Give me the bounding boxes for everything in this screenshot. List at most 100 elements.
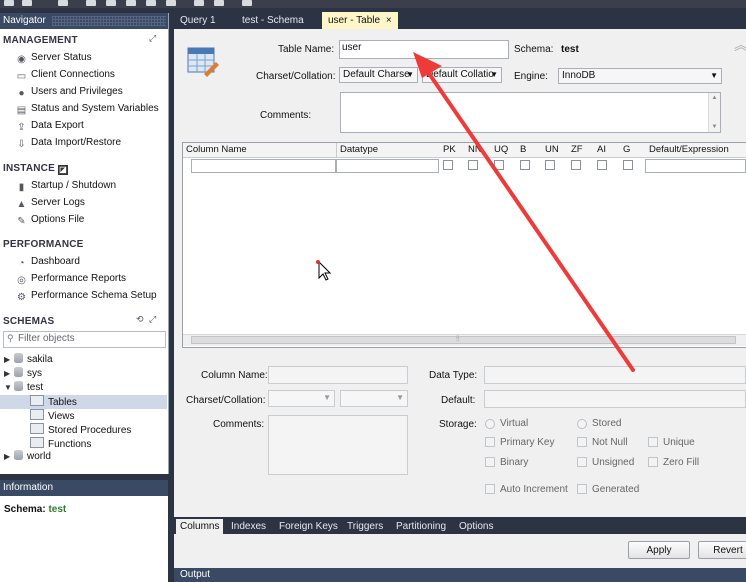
ai-checkbox[interactable]	[597, 160, 607, 170]
col-header-g[interactable]: G	[623, 144, 630, 155]
zf-checkbox[interactable]	[571, 160, 581, 170]
comments-scrollbar[interactable]: ▲ ▼	[708, 93, 720, 132]
auto-increment-checkbox[interactable]	[485, 484, 495, 494]
new-sql-icon[interactable]	[4, 0, 14, 6]
nav-users-privileges[interactable]: ● Users and Privileges	[16, 84, 122, 99]
nav-data-export[interactable]: ⇪ Data Export	[16, 118, 84, 133]
detail-collation-select[interactable]: ▼	[340, 390, 408, 407]
un-checkbox[interactable]	[545, 160, 555, 170]
new-datatype-input[interactable]	[336, 159, 439, 173]
tab-user-table[interactable]: user - Table ×	[322, 12, 398, 29]
detail-comments-textarea[interactable]	[268, 415, 408, 475]
nav-server-logs[interactable]: ▲ Server Logs	[16, 195, 85, 210]
refresh-icon[interactable]: ⟲	[136, 314, 144, 325]
nn-checkbox[interactable]	[468, 160, 478, 170]
stored-radio[interactable]	[577, 419, 587, 429]
col-header-zf[interactable]: ZF	[571, 144, 583, 155]
nav-performance-schema-setup[interactable]: ⚙ Performance Schema Setup	[16, 288, 157, 303]
tab-test-schema[interactable]: test - Schema	[236, 12, 310, 29]
scroll-thumb[interactable]	[191, 336, 736, 344]
expand-arrow-icon[interactable]: ▶	[4, 367, 12, 381]
schema-sys[interactable]: ▶ sys	[4, 367, 42, 381]
expand-arrow-icon[interactable]: ▶	[4, 353, 12, 367]
col-header-name[interactable]: Column Name	[186, 144, 247, 155]
tab-partitioning[interactable]: Partitioning	[396, 519, 446, 534]
nav-server-status[interactable]: ◉ Server Status	[16, 50, 91, 65]
generated-label: Generated	[592, 484, 640, 495]
toggle-panel-icon[interactable]	[242, 0, 252, 6]
virtual-radio[interactable]	[485, 419, 495, 429]
tab-columns[interactable]: Columns	[176, 519, 224, 534]
zero-fill-checkbox[interactable]	[648, 457, 658, 467]
nav-client-connections[interactable]: ▭ Client Connections	[16, 67, 115, 82]
collation-select[interactable]: Default Collatio ▼	[422, 67, 502, 83]
detail-data-type-input[interactable]	[484, 366, 746, 384]
tree-stored-procedures[interactable]: Stored Procedures	[30, 423, 131, 437]
close-tab-icon[interactable]: ×	[386, 15, 392, 26]
schema-test[interactable]: ▼ test	[4, 381, 43, 395]
col-header-default[interactable]: Default/Expression	[649, 144, 729, 155]
detail-default-input[interactable]	[484, 390, 746, 408]
col-header-datatype[interactable]: Datatype	[340, 144, 378, 155]
output-header: Output	[174, 568, 746, 582]
nav-startup-shutdown[interactable]: ▮ Startup / Shutdown	[16, 178, 116, 193]
expand-schemas-icon[interactable]: ⤢	[149, 314, 156, 325]
col-header-pk[interactable]: PK	[443, 144, 456, 155]
tab-options[interactable]: Options	[459, 519, 493, 534]
nav-dashboard[interactable]: ◔ Dashboard	[16, 254, 79, 269]
g-checkbox[interactable]	[623, 160, 633, 170]
col-header-uq[interactable]: UQ	[494, 144, 508, 155]
tab-indexes[interactable]: Indexes	[231, 519, 266, 534]
schema-world[interactable]: ▶ world	[4, 450, 51, 464]
detail-column-name-input[interactable]	[268, 366, 408, 384]
collapse-header-icon[interactable]: ︽	[734, 38, 746, 52]
tab-query-1[interactable]: Query 1	[174, 12, 222, 29]
schema-sakila[interactable]: ▶ sakila	[4, 353, 53, 367]
reconnect-icon[interactable]	[214, 0, 224, 6]
new-column-name-input[interactable]	[191, 159, 336, 173]
unsigned-checkbox[interactable]	[577, 457, 587, 467]
table-name-input[interactable]: user	[339, 40, 509, 59]
nav-performance-reports[interactable]: ◎ Performance Reports	[16, 271, 126, 286]
grid-horizontal-scrollbar[interactable]: ⦙⦙	[183, 334, 746, 346]
binary-checkbox[interactable]	[485, 457, 495, 467]
nav-data-import[interactable]: ⇩ Data Import/Restore	[16, 135, 121, 150]
open-sql-icon[interactable]	[22, 0, 32, 6]
col-header-ai[interactable]: AI	[597, 144, 606, 155]
create-table-icon[interactable]	[106, 0, 116, 6]
revert-button[interactable]: Revert	[698, 541, 746, 559]
col-header-nn[interactable]: NN	[468, 144, 482, 155]
detail-charset-select[interactable]: ▼	[268, 390, 335, 407]
generated-checkbox[interactable]	[577, 484, 587, 494]
nav-status-variables[interactable]: ▤ Status and System Variables	[16, 101, 159, 116]
tab-foreign-keys[interactable]: Foreign Keys	[279, 519, 338, 534]
pk-checkbox[interactable]	[443, 160, 453, 170]
collapse-arrow-icon[interactable]: ▼	[4, 381, 12, 395]
create-view-icon[interactable]	[126, 0, 136, 6]
col-header-b[interactable]: B	[520, 144, 526, 155]
info-icon[interactable]	[58, 0, 68, 6]
table-comments-textarea[interactable]: ▲ ▼	[340, 92, 721, 133]
tree-functions[interactable]: Functions	[30, 437, 91, 451]
engine-select[interactable]: InnoDB ▼	[558, 68, 722, 84]
charset-select[interactable]: Default Charse ▼	[339, 67, 418, 83]
tab-triggers[interactable]: Triggers	[347, 519, 383, 534]
create-procedure-icon[interactable]	[146, 0, 156, 6]
not-null-checkbox[interactable]	[577, 437, 587, 447]
create-schema-icon[interactable]	[86, 0, 96, 6]
uq-checkbox[interactable]	[494, 160, 504, 170]
filter-objects-input[interactable]: ⚲ Filter objects	[3, 331, 166, 348]
nav-options-file[interactable]: ✎ Options File	[16, 212, 84, 227]
unique-checkbox[interactable]	[648, 437, 658, 447]
new-default-input[interactable]	[645, 159, 746, 173]
tree-views[interactable]: Views	[30, 409, 75, 423]
apply-button[interactable]: Apply	[628, 541, 690, 559]
tree-tables[interactable]: Tables	[0, 395, 167, 409]
primary-key-checkbox[interactable]	[485, 437, 495, 447]
col-header-un[interactable]: UN	[545, 144, 559, 155]
search-table-icon[interactable]	[194, 0, 204, 6]
expand-icon[interactable]: ⤢	[149, 33, 156, 44]
expand-arrow-icon[interactable]: ▶	[4, 450, 12, 464]
b-checkbox[interactable]	[520, 160, 530, 170]
create-function-icon[interactable]	[166, 0, 176, 6]
